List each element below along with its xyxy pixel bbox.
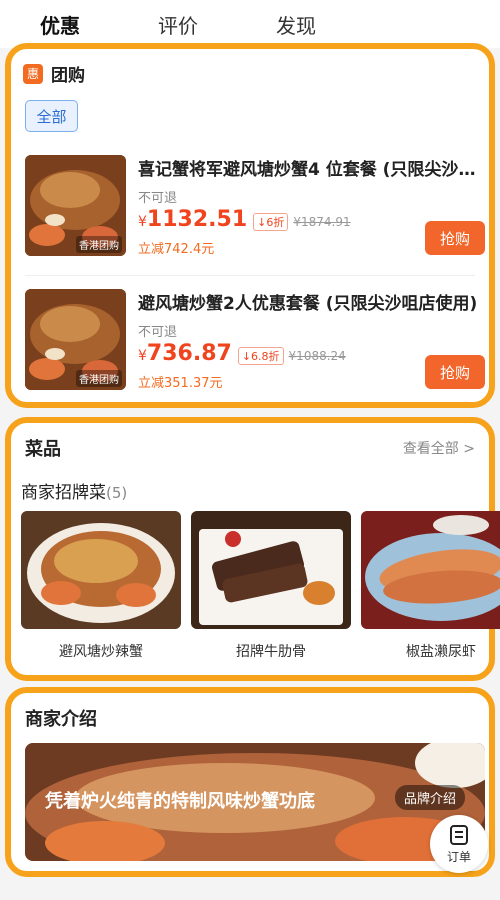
intro-banner[interactable]: 凭着炉火纯青的特制风味炒蟹功底 品牌介绍 xyxy=(25,743,485,861)
tab-reviews[interactable]: 评价 xyxy=(158,10,198,39)
price-row: ¥ 1132.51 ↓6折 ¥1874.91 xyxy=(138,207,351,232)
deal-item[interactable]: 香港团购 喜记蟹将军避风塘炒蟹4 位套餐 (只限尖沙咀店使用) 不可退 ¥ 11… xyxy=(25,155,488,261)
page: 优惠 评价 发现 惠 团购 全部 香港团购 喜记蟹将军避风塘炒蟹4 位套餐 (只… xyxy=(0,0,500,900)
top-tab-bar: 优惠 评价 发现 xyxy=(0,0,500,48)
thumbnail-watermark: 香港团购 xyxy=(76,236,122,253)
group-buy-title: 团购 xyxy=(51,66,85,86)
currency-symbol: ¥ xyxy=(138,214,147,230)
dish-image xyxy=(361,511,500,629)
order-label: 订单 xyxy=(446,849,471,864)
signature-dishes-label: 商家招牌菜 xyxy=(21,483,106,503)
receipt-icon xyxy=(450,824,468,845)
merchant-intro-section: 商家介绍 凭着炉火纯青的特制风味炒蟹功底 品牌介绍 xyxy=(5,687,495,877)
buy-button[interactable]: 抢购 xyxy=(425,355,485,389)
dish-image xyxy=(191,511,351,629)
dish-card[interactable]: 避风塘炒辣蟹 xyxy=(21,511,181,661)
deal-thumbnail: 香港团购 xyxy=(25,155,126,256)
dishes-title: 菜品 xyxy=(25,439,61,460)
deal-thumbnail: 香港团购 xyxy=(25,289,126,390)
thumbnail-watermark: 香港团购 xyxy=(76,370,122,387)
currency-symbol: ¥ xyxy=(138,348,147,364)
tab-discounts[interactable]: 优惠 xyxy=(40,10,80,39)
original-price: ¥1088.24 xyxy=(288,349,346,363)
deal-price: 736.87 xyxy=(146,341,232,366)
refund-note: 不可退 xyxy=(138,325,178,340)
signature-dishes-heading: 商家招牌菜(5) xyxy=(21,478,127,503)
merchant-intro-title: 商家介绍 xyxy=(25,709,97,730)
divider xyxy=(25,275,475,276)
saving-text: 立减351.37元 xyxy=(138,376,223,391)
dish-image xyxy=(21,511,181,629)
see-all-link[interactable]: 查看全部 > xyxy=(403,438,475,458)
banner-slogan: 凭着炉火纯青的特制风味炒蟹功底 xyxy=(45,791,315,812)
dishes-section: 菜品 查看全部 > 商家招牌菜(5) 避风塘炒辣蟹 招牌牛肋骨 椒盐濑尿虾 xyxy=(5,417,500,681)
brand-intro-button[interactable]: 品牌介绍 xyxy=(394,785,465,810)
discount-icon: 惠 xyxy=(23,63,43,84)
saving-text: 立减742.4元 xyxy=(138,242,215,257)
filter-all-chip[interactable]: 全部 xyxy=(25,100,78,132)
discount-badge: ↓6.8折 xyxy=(237,347,284,365)
dish-name: 椒盐濑尿虾 xyxy=(406,644,476,660)
deal-price: 1132.51 xyxy=(146,207,248,232)
deal-item[interactable]: 香港团购 避风塘炒蟹2人优惠套餐 (只限尖沙咀店使用) 不可退 ¥ 736.87… xyxy=(25,289,485,395)
order-floating-button[interactable]: 订单 xyxy=(430,815,488,873)
dish-name: 招牌牛肋骨 xyxy=(236,644,306,660)
tab-discover[interactable]: 发现 xyxy=(276,10,316,39)
deal-title: 喜记蟹将军避风塘炒蟹4 位套餐 (只限尖沙咀店使用) xyxy=(138,160,488,180)
dish-name: 避风塘炒辣蟹 xyxy=(59,644,143,660)
discount-badge: ↓6折 xyxy=(253,213,289,231)
group-buy-section: 惠 团购 全部 香港团购 喜记蟹将军避风塘炒蟹4 位套餐 (只限尖沙咀店使用) … xyxy=(5,43,495,408)
price-row: ¥ 736.87 ↓6.8折 ¥1088.24 xyxy=(138,341,346,366)
signature-dishes-count: (5) xyxy=(106,484,128,502)
deal-title: 避风塘炒蟹2人优惠套餐 (只限尖沙咀店使用) xyxy=(138,294,478,314)
refund-note: 不可退 xyxy=(138,191,178,206)
buy-button[interactable]: 抢购 xyxy=(425,221,485,255)
original-price: ¥1874.91 xyxy=(293,215,351,229)
dish-card[interactable]: 招牌牛肋骨 xyxy=(191,511,351,661)
dish-card[interactable]: 椒盐濑尿虾 xyxy=(361,511,500,661)
